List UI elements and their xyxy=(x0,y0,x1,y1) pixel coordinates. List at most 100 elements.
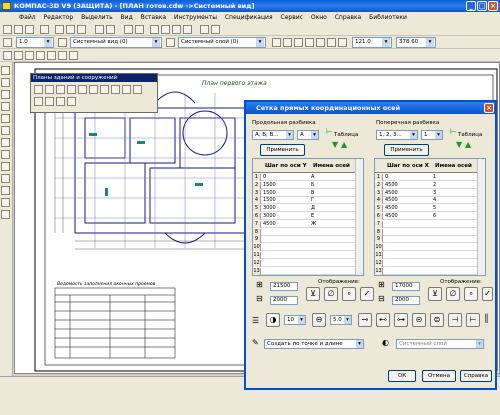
hatch-icon[interactable] xyxy=(1,150,10,159)
axis-bubble-none-button[interactable]: ⊜ xyxy=(430,313,444,327)
y-coordinate[interactable]: 378.60 xyxy=(396,37,436,48)
table-row[interactable]: 9 xyxy=(253,236,356,244)
step-cell[interactable]: 4500 xyxy=(385,182,398,189)
left-start-combo[interactable]: А xyxy=(297,130,319,140)
rectangle-icon[interactable] xyxy=(1,114,10,123)
table-row[interactable]: 8 xyxy=(253,228,356,236)
grid-icon[interactable] xyxy=(272,38,281,47)
step-cell[interactable]: 4500 xyxy=(385,190,398,197)
fillet-icon[interactable] xyxy=(1,174,10,183)
bubble-type-button[interactable]: ⊖ xyxy=(312,313,326,327)
axis-name-cell[interactable]: Б xyxy=(311,182,314,189)
table-row[interactable]: 3 4500 3 xyxy=(375,189,478,197)
table-row[interactable]: 8 xyxy=(375,228,478,236)
placement-mode-combo[interactable]: Создать по точке и длине xyxy=(264,339,364,349)
left-size2-field[interactable]: 2000 xyxy=(270,296,298,305)
zoom-in-icon[interactable] xyxy=(150,25,159,34)
stairs-icon[interactable] xyxy=(67,85,76,94)
menu-service[interactable]: Сервис xyxy=(278,12,306,23)
state-icon[interactable] xyxy=(3,38,12,47)
table-row[interactable]: 4 1500 Г xyxy=(253,197,356,205)
designations-icon[interactable] xyxy=(25,51,34,60)
axis-name-cell[interactable]: Г xyxy=(311,197,314,204)
layer-combo[interactable]: Системный слой (0) xyxy=(178,37,266,48)
undo-icon[interactable] xyxy=(95,25,104,34)
right-apply-button[interactable]: Применить xyxy=(384,144,429,156)
bind-icon[interactable] xyxy=(338,38,347,47)
cut-icon[interactable] xyxy=(55,25,64,34)
section-icon[interactable] xyxy=(111,85,120,94)
zoom-out-icon[interactable] xyxy=(161,25,170,34)
snap-icon[interactable] xyxy=(294,38,303,47)
axis-icon[interactable] xyxy=(1,210,10,219)
axis-name-cell[interactable]: 4 xyxy=(433,197,436,204)
new-icon[interactable] xyxy=(3,25,12,34)
step-cell[interactable]: 4500 xyxy=(263,221,276,228)
table-row[interactable]: 13 xyxy=(375,267,478,275)
table-row[interactable]: 10 А xyxy=(253,174,356,181)
point-icon[interactable] xyxy=(1,66,10,75)
scale-combo[interactable]: 1.0 xyxy=(16,37,54,48)
menu-view[interactable]: Вид xyxy=(118,12,136,23)
step-cell[interactable]: 4500 xyxy=(385,197,398,204)
mark-icon[interactable] xyxy=(122,85,131,94)
help-icon[interactable] xyxy=(211,25,220,34)
equipment-icon[interactable] xyxy=(56,97,65,106)
dialog-close-button[interactable]: × xyxy=(484,103,494,113)
table-row[interactable]: 12 xyxy=(253,259,356,267)
beam-icon[interactable] xyxy=(45,97,54,106)
right-arrow-down-icon[interactable]: ▼ xyxy=(456,140,462,149)
table-row[interactable]: 12 xyxy=(375,259,478,267)
maximize-button[interactable]: □ xyxy=(477,1,487,11)
step-cell[interactable]: 4500 xyxy=(385,213,398,220)
window-element-icon[interactable] xyxy=(56,85,65,94)
library-icon[interactable] xyxy=(135,25,144,34)
view-icon[interactable] xyxy=(58,38,67,47)
table-row[interactable]: 6 4500 6 xyxy=(375,213,478,220)
left-display-all-button[interactable]: ⊻ xyxy=(306,287,320,301)
left-arrow-down-icon[interactable]: ▼ xyxy=(332,140,338,149)
left-size1-field[interactable]: 21500 xyxy=(270,282,298,291)
bubble-size-combo[interactable]: 10 xyxy=(284,315,306,325)
table-row[interactable]: 5 3000 Д xyxy=(253,205,356,213)
table-row[interactable]: 5 4500 5 xyxy=(375,205,478,213)
menu-file[interactable]: Файл xyxy=(16,12,39,23)
geometry-icon[interactable] xyxy=(3,51,12,60)
local-cs-icon[interactable] xyxy=(305,38,314,47)
table-row[interactable]: 101 xyxy=(375,174,478,181)
text-height-combo[interactable]: 5.0 xyxy=(330,315,352,325)
table-row[interactable]: 11 xyxy=(375,252,478,259)
left-display-end-button[interactable]: ∘ xyxy=(342,287,356,301)
left-display-check-button[interactable]: ✓ xyxy=(360,287,374,301)
column-icon[interactable] xyxy=(78,85,87,94)
table-row[interactable]: 3 1500 В xyxy=(253,189,356,197)
menu-insert[interactable]: Вставка xyxy=(138,12,169,23)
table-row[interactable]: 10 xyxy=(375,244,478,252)
spline-icon[interactable] xyxy=(1,138,10,147)
right-size1-field[interactable]: 17000 xyxy=(392,282,420,291)
right-display-start-button[interactable]: ∅ xyxy=(446,287,460,301)
menu-specification[interactable]: Спецификация xyxy=(222,12,276,23)
vertical-scroll-icon[interactable]: ║ xyxy=(484,314,489,323)
table-row[interactable]: 4 4500 4 xyxy=(375,197,478,205)
minimize-button[interactable]: _ xyxy=(466,1,476,11)
chamfer-icon[interactable] xyxy=(1,162,10,171)
left-arrow-up-icon[interactable]: ▲ xyxy=(341,140,347,149)
step-cell[interactable]: 1500 xyxy=(263,197,276,204)
table-row[interactable]: 2 4500 2 xyxy=(375,181,478,189)
print-icon[interactable] xyxy=(40,25,49,34)
round-icon[interactable] xyxy=(316,38,325,47)
axis-name-cell[interactable]: 1 xyxy=(433,174,436,181)
pan-icon[interactable] xyxy=(183,25,192,34)
copy-icon[interactable] xyxy=(66,25,75,34)
step-cell[interactable]: 1500 xyxy=(263,182,276,189)
parametrization-icon[interactable] xyxy=(47,51,56,60)
right-table-scrollbar[interactable] xyxy=(477,159,485,275)
cursor-icon[interactable] xyxy=(327,38,336,47)
step-cell[interactable]: 0 xyxy=(263,174,266,181)
door-icon[interactable] xyxy=(45,85,54,94)
close-button[interactable]: × xyxy=(488,1,498,11)
bubble-left-button[interactable]: ◑ xyxy=(266,313,280,327)
table-row[interactable]: 13 xyxy=(253,267,356,275)
axis-extend-button[interactable]: ⊣ xyxy=(448,313,462,327)
